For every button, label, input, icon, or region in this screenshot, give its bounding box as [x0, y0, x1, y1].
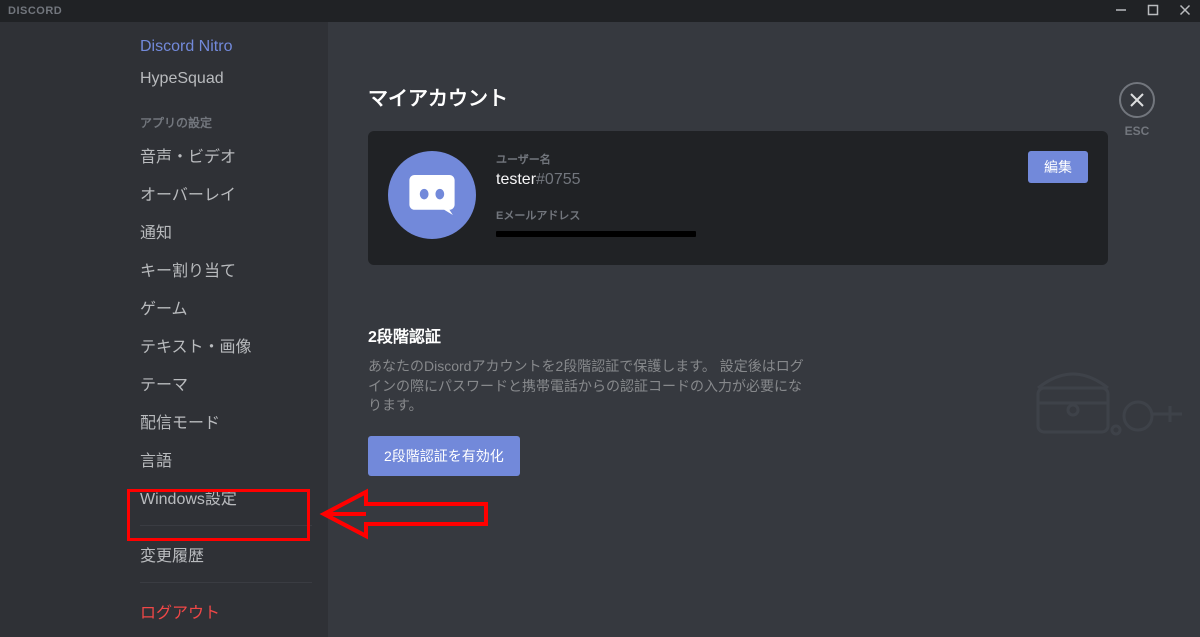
sidebar-item-notifications[interactable]: 通知 [130, 213, 322, 249]
content-area: マイアカウント ユーザー名 tester#0755 Eメールアドレス [328, 22, 1200, 637]
window-controls [1114, 3, 1192, 19]
sidebar-header-app: アプリの設定 [130, 96, 322, 137]
sidebar-item-overlay[interactable]: オーバーレイ [130, 175, 322, 211]
titlebar: DISCORD [0, 0, 1200, 22]
sidebar-item-windows[interactable]: Windows設定 [130, 479, 322, 515]
close-icon [1129, 92, 1145, 108]
sidebar-item-voice-video[interactable]: 音声・ビデオ [130, 137, 322, 173]
sidebar-item-logout[interactable]: ログアウト [130, 593, 322, 629]
maximize-icon[interactable] [1146, 3, 1160, 19]
logo: DISCORD [8, 5, 62, 17]
close-settings-button[interactable] [1119, 82, 1155, 118]
email-value [496, 227, 1088, 245]
divider [140, 525, 312, 526]
settings-sidebar: Discord Nitro HypeSquad アプリの設定 音声・ビデオ オー… [110, 22, 328, 637]
sidebar-item-language[interactable]: 言語 [130, 441, 322, 477]
sidebar-item-keybind[interactable]: キー割り当て [130, 251, 322, 287]
page-title: マイアカウント [368, 82, 1108, 111]
enable-2fa-button[interactable]: 2段階認証を有効化 [368, 436, 520, 476]
sidebar-item-nitro[interactable]: Discord Nitro [130, 32, 322, 62]
sidebar-item-theme[interactable]: テーマ [130, 365, 322, 401]
discord-logo-icon [405, 175, 459, 215]
avatar [388, 151, 476, 239]
chest-decoration-icon [1028, 358, 1188, 443]
sidebar-item-game[interactable]: ゲーム [130, 289, 322, 325]
divider [140, 582, 312, 583]
esc-label: ESC [1119, 124, 1155, 138]
edit-button[interactable]: 編集 [1028, 151, 1088, 183]
twofa-description: あなたのDiscordアカウントを2段階認証で保護します。 設定後はログインの際… [368, 357, 808, 416]
email-label: Eメールアドレス [496, 207, 1088, 223]
minimize-icon[interactable] [1114, 3, 1128, 19]
username-label: ユーザー名 [496, 151, 1088, 167]
close-window-icon[interactable] [1178, 3, 1192, 19]
username-value: tester#0755 [496, 171, 1088, 189]
sidebar-item-streamer-mode[interactable]: 配信モード [130, 403, 322, 439]
account-card: ユーザー名 tester#0755 Eメールアドレス 編集 [368, 131, 1108, 265]
sidebar-item-changelog[interactable]: 変更履歴 [130, 536, 322, 572]
sidebar-item-hypesquad[interactable]: HypeSquad [130, 64, 322, 94]
sidebar-item-text-image[interactable]: テキスト・画像 [130, 327, 322, 363]
twofa-title: 2段階認証 [368, 323, 1108, 347]
